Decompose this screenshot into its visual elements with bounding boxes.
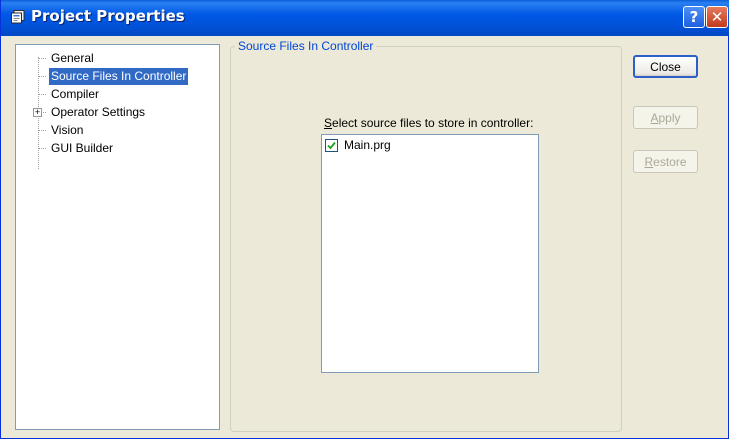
- tree-item-label: Operator Settings: [51, 105, 146, 119]
- mnemonic-letter: A: [650, 110, 659, 125]
- tree-item-label: Compiler: [51, 87, 100, 101]
- tree-item-label: GUI Builder: [51, 141, 114, 155]
- help-glyph: ?: [689, 8, 699, 26]
- tree-item-label: General: [51, 51, 94, 65]
- project-properties-dialog: Project Properties ? ✕ General Source Fi…: [0, 0, 729, 439]
- window-title: Project Properties: [31, 7, 185, 25]
- source-files-list[interactable]: Main.prg: [321, 134, 539, 373]
- apply-button-label: Apply: [650, 111, 680, 125]
- file-name: Main.prg: [344, 138, 391, 152]
- title-bar[interactable]: Project Properties ? ✕: [1, 0, 729, 36]
- tree-item-label: Source Files In Controller: [49, 68, 189, 85]
- checkmark-icon: [327, 141, 336, 150]
- tree-item-label: Vision: [51, 123, 84, 137]
- close-button[interactable]: Close: [633, 55, 698, 78]
- category-tree[interactable]: General Source Files In Controller Compi…: [15, 44, 220, 430]
- mnemonic-letter: S: [324, 116, 333, 130]
- plus-expander-icon[interactable]: +: [33, 108, 42, 117]
- tree-item-operator-settings[interactable]: + Operator Settings: [16, 105, 216, 126]
- tree-connector-line: [38, 58, 46, 59]
- tree-connector-line: [38, 94, 46, 95]
- label-text: estore: [653, 154, 687, 169]
- file-checkbox[interactable]: [325, 139, 338, 152]
- label-text: elect source files to store in controlle…: [332, 116, 534, 130]
- tree-connector-line: [38, 76, 46, 77]
- tree-connector-line: [38, 130, 46, 131]
- restore-button-label: Restore: [644, 155, 686, 169]
- close-icon[interactable]: ✕: [706, 6, 728, 28]
- tree-connector-line: [38, 148, 46, 149]
- restore-button[interactable]: Restore: [633, 150, 698, 173]
- close-glyph: ✕: [710, 8, 724, 26]
- mnemonic-letter: R: [644, 154, 654, 169]
- source-files-list-label: Select source files to store in controll…: [324, 116, 533, 130]
- group-box-title: Source Files In Controller: [235, 39, 377, 53]
- close-button-label: Close: [650, 59, 681, 74]
- help-icon[interactable]: ?: [683, 6, 705, 28]
- apply-button[interactable]: Apply: [633, 106, 698, 129]
- label-text: pply: [658, 110, 681, 125]
- properties-window-icon[interactable]: [11, 10, 25, 24]
